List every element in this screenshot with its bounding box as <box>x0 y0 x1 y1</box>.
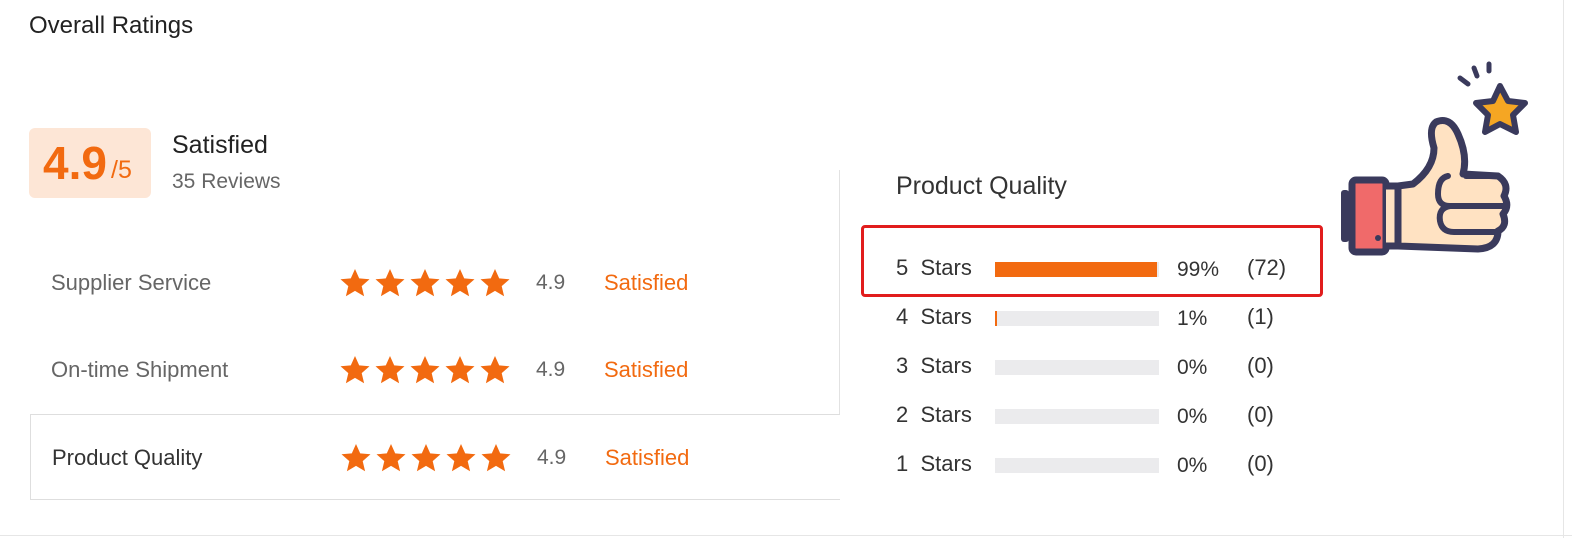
star-icon <box>341 444 371 472</box>
star-icon <box>340 356 370 384</box>
rating-status: Satisfied <box>604 270 689 295</box>
star-icon <box>376 444 406 472</box>
distribution-row-2: 2 Stars 0% (0) <box>896 398 1316 434</box>
distribution-level: 1 Stars <box>896 451 972 476</box>
star-icon <box>446 444 476 472</box>
star-rating <box>339 267 511 299</box>
star-rating <box>339 354 511 386</box>
star-icon <box>410 356 440 384</box>
distribution-bar-fill <box>995 311 997 326</box>
star-icon <box>445 269 475 297</box>
distribution-level: 4 Stars <box>896 304 972 329</box>
distribution-row-4: 4 Stars 1% (1) <box>896 300 1316 336</box>
overall-score-value: 4.9 <box>43 137 107 189</box>
star-icon <box>375 269 405 297</box>
rating-row-supplier-service[interactable]: Supplier Service 4.9 Satisfied <box>30 243 840 323</box>
distribution-percent: 1% <box>1177 307 1208 330</box>
star-icon <box>480 356 510 384</box>
star-rating <box>340 442 512 474</box>
rating-score: 4.9 <box>537 446 567 469</box>
distribution-bar <box>995 311 1159 326</box>
rating-status: Satisfied <box>605 445 690 470</box>
rating-score: 4.9 <box>536 358 566 381</box>
overall-satisfaction-label: Satisfied <box>172 131 268 159</box>
overall-score-max: /5 <box>111 156 132 184</box>
distribution-title: Product Quality <box>896 172 1067 200</box>
distribution-bar <box>995 409 1159 424</box>
star-icon <box>410 269 440 297</box>
highlight-annotation-box <box>861 225 1323 297</box>
review-count: 35 Reviews <box>172 170 281 193</box>
distribution-bar <box>995 458 1159 473</box>
distribution-level: 2 Stars <box>896 402 972 427</box>
rating-row-product-quality[interactable]: Product Quality 4.9 Satisfied <box>30 414 840 500</box>
distribution-percent: 0% <box>1177 454 1208 477</box>
rating-status: Satisfied <box>604 357 689 382</box>
distribution-count: (0) <box>1247 353 1274 378</box>
rating-row-label: Supplier Service <box>51 270 212 295</box>
star-icon <box>375 356 405 384</box>
page-bottom-border <box>0 535 1572 536</box>
star-icon <box>481 444 511 472</box>
distribution-level: 3 Stars <box>896 353 972 378</box>
rating-row-on-time-shipment[interactable]: On-time Shipment 4.9 Satisfied <box>30 330 840 410</box>
distribution-row-1: 1 Stars 0% (0) <box>896 447 1316 483</box>
star-icon <box>340 269 370 297</box>
star-icon <box>411 444 441 472</box>
star-icon <box>480 269 510 297</box>
distribution-bar <box>995 360 1159 375</box>
star-icon <box>445 356 475 384</box>
distribution-percent: 0% <box>1177 356 1208 379</box>
rating-row-label: Product Quality <box>52 445 203 470</box>
distribution-count: (1) <box>1247 304 1274 329</box>
thumbs-up-icon <box>1341 61 1528 256</box>
rating-score: 4.9 <box>536 271 566 294</box>
rating-row-label: On-time Shipment <box>51 357 229 382</box>
distribution-row-3: 3 Stars 0% (0) <box>896 349 1316 385</box>
distribution-percent: 0% <box>1177 405 1208 428</box>
distribution-count: (0) <box>1247 451 1274 476</box>
distribution-count: (0) <box>1247 402 1274 427</box>
page-title: Overall Ratings <box>29 12 194 39</box>
page-right-border <box>1563 0 1564 538</box>
